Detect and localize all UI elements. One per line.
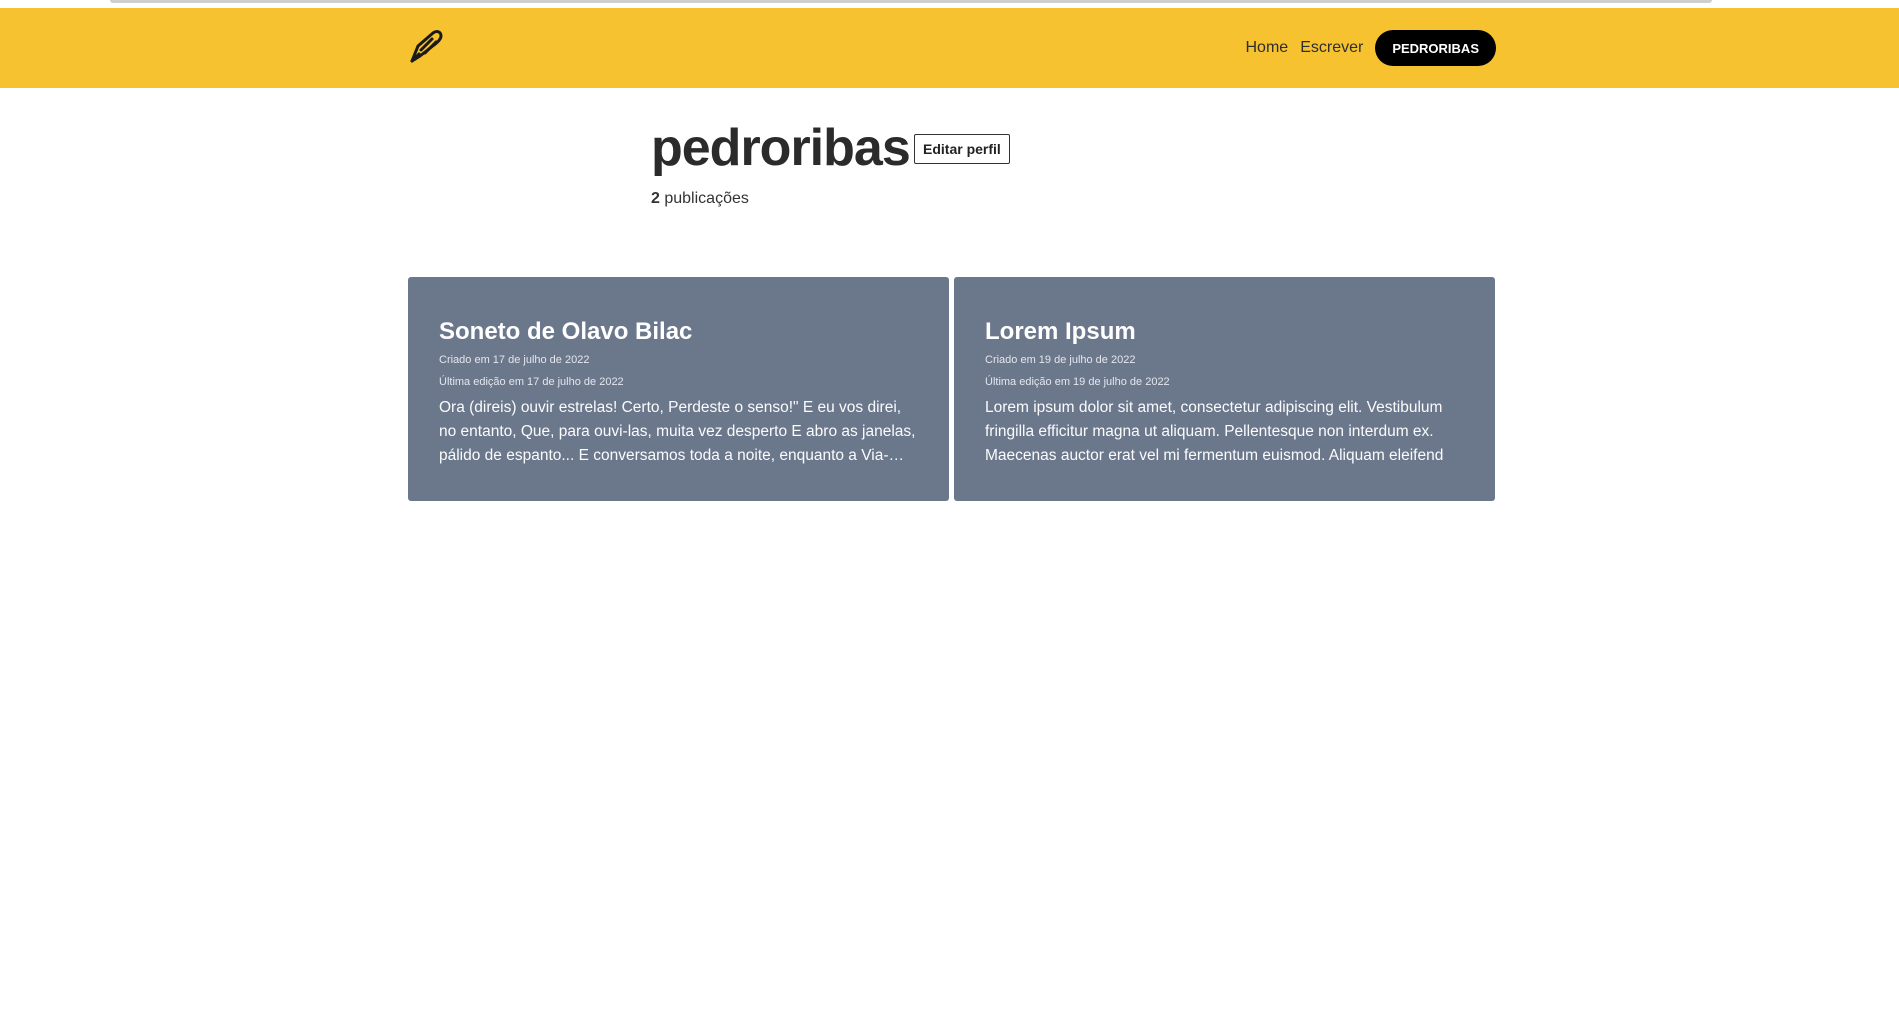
post-count-label: publicações (664, 190, 749, 207)
scroll-edge (110, 0, 1712, 3)
post-excerpt: Ora (direis) ouvir estrelas! Certo, Perd… (439, 399, 916, 464)
post-title[interactable]: Lorem Ipsum (985, 317, 1464, 347)
posts-grid: Soneto de Olavo Bilac Criado em 17 de ju… (408, 277, 1496, 501)
post-edited-date: Última edição em 19 de julho de 2022 (985, 376, 1170, 388)
post-edited-date: Última edição em 17 de julho de 2022 (439, 376, 624, 388)
post-created-date: Criado em 17 de julho de 2022 (439, 354, 590, 366)
post-title[interactable]: Soneto de Olavo Bilac (439, 317, 918, 347)
post-count: 2 publicações (651, 190, 910, 208)
profile-header: pedroribas Editar perfil 2 publicações (651, 118, 1010, 208)
quill-pen-icon[interactable] (406, 26, 446, 66)
post-card[interactable]: Lorem Ipsum Criado em 19 de julho de 202… (954, 277, 1495, 501)
post-created-date: Criado em 19 de julho de 2022 (985, 354, 1136, 366)
nav-home-link[interactable]: Home (1246, 39, 1289, 57)
nav-links: Home Escrever PEDRORIBAS (1246, 30, 1496, 66)
navbar: Home Escrever PEDRORIBAS (0, 8, 1899, 88)
user-profile-button[interactable]: PEDRORIBAS (1375, 30, 1496, 66)
profile-username: pedroribas (651, 119, 911, 177)
edit-profile-button[interactable]: Editar perfil (914, 134, 1010, 164)
nav-write-link[interactable]: Escrever (1300, 39, 1363, 57)
browser-top-strip (0, 0, 1899, 8)
post-card[interactable]: Soneto de Olavo Bilac Criado em 17 de ju… (408, 277, 949, 501)
post-excerpt: Lorem ipsum dolor sit amet, consectetur … (985, 399, 1444, 464)
post-count-number: 2 (651, 190, 660, 207)
